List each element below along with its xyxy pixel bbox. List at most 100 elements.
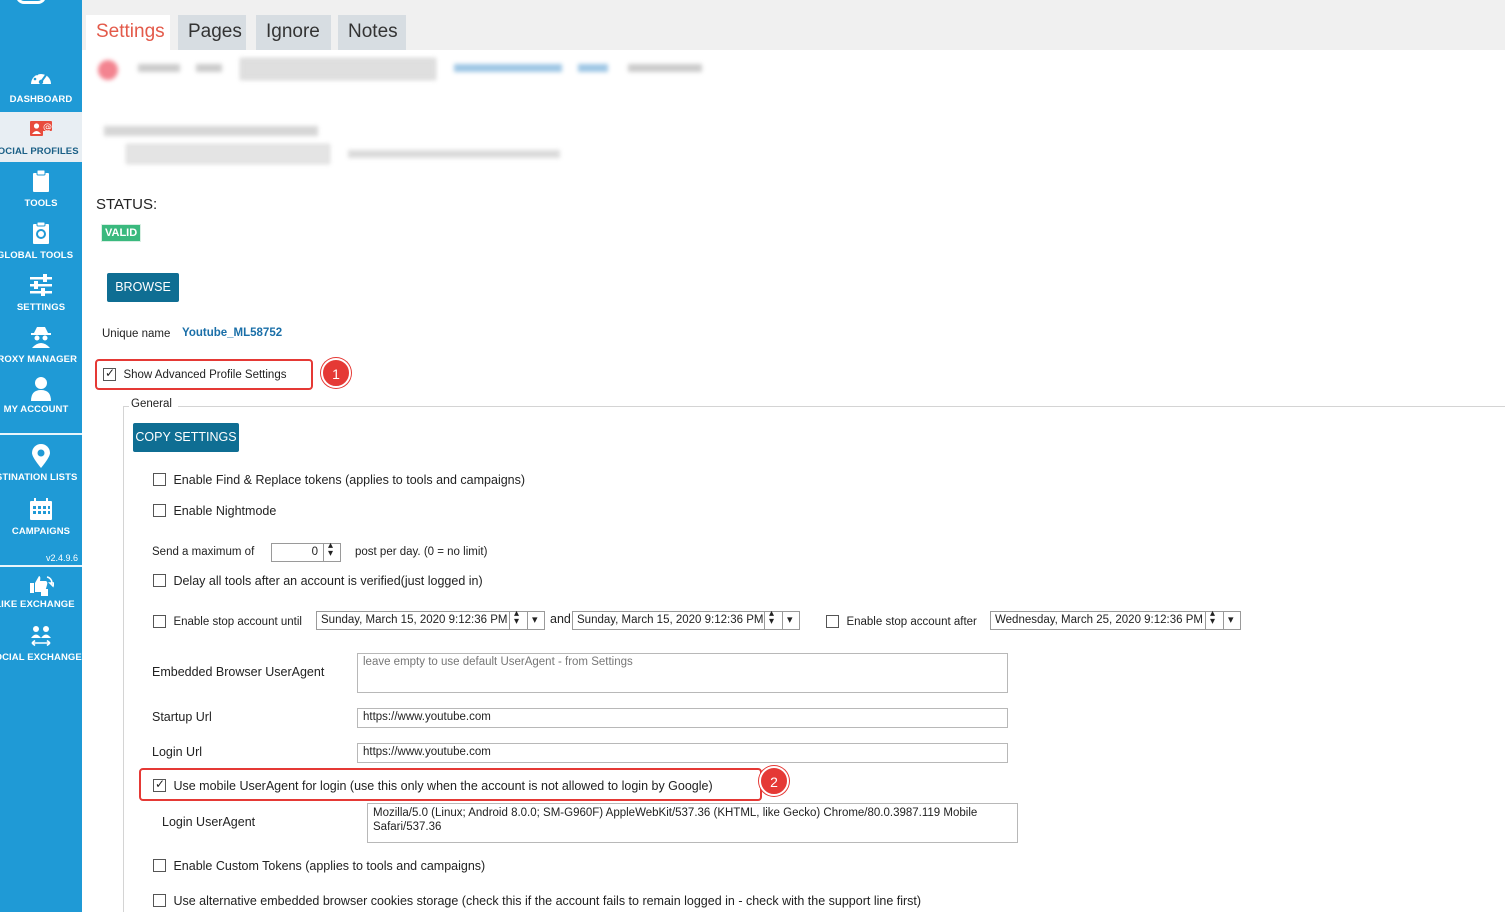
stop-until-from-value: Sunday, March 15, 2020 9:12:36 PM bbox=[321, 614, 508, 626]
calendar-dropdown-icon[interactable] bbox=[782, 612, 799, 629]
calendar-dropdown-icon[interactable] bbox=[1223, 612, 1240, 629]
show-advanced-label: Show Advanced Profile Settings bbox=[123, 368, 287, 381]
sidebar-item-tools[interactable]: TOOLS bbox=[0, 170, 82, 209]
copy-settings-button[interactable]: COPY SETTINGS bbox=[133, 423, 239, 452]
sidebar-item-label: GLOBAL TOOLS bbox=[0, 250, 74, 261]
like-exchange-icon bbox=[30, 576, 54, 596]
sidebar-item-label: DASHBOARD bbox=[9, 94, 73, 105]
nightmode-checkbox[interactable] bbox=[153, 504, 166, 518]
sidebar-item-label: SOCIAL EXCHANGE bbox=[0, 652, 82, 663]
sidebar-item-social-profiles[interactable]: @ SOCIAL PROFILES bbox=[0, 112, 82, 162]
redacted-avatar bbox=[98, 60, 118, 80]
date-stepper-icon[interactable] bbox=[509, 608, 526, 629]
stop-after-label: Enable stop account after bbox=[846, 615, 977, 628]
alt-cookies-checkbox[interactable] bbox=[153, 894, 166, 908]
sidebar-item-label: MY ACCOUNT bbox=[3, 404, 69, 415]
find-replace-checkbox[interactable] bbox=[153, 473, 166, 487]
sliders-icon bbox=[30, 274, 52, 296]
stop-until-to-picker[interactable]: Sunday, March 15, 2020 9:12:36 PM bbox=[572, 608, 800, 630]
redacted-text bbox=[196, 64, 222, 72]
tab-settings[interactable]: Settings bbox=[86, 15, 170, 50]
mobile-ua-checkbox[interactable] bbox=[153, 777, 166, 793]
embedded-ua-label: Embedded Browser UserAgent bbox=[152, 665, 325, 679]
user-icon bbox=[31, 377, 51, 401]
sidebar-item-like-exchange[interactable]: LIKE EXCHANGE bbox=[0, 573, 82, 610]
stepper-arrows-icon[interactable] bbox=[323, 540, 340, 561]
stop-until-row[interactable]: Enable stop account until bbox=[153, 613, 302, 631]
delay-tools-checkbox[interactable] bbox=[153, 574, 166, 588]
send-max-prefix: Send a maximum of bbox=[152, 546, 255, 558]
sidebar-item-label: SETTINGS bbox=[16, 302, 66, 313]
startup-url-label: Startup Url bbox=[152, 710, 212, 724]
dashboard-icon bbox=[31, 70, 51, 85]
login-ua-input[interactable]: Mozilla/5.0 (Linux; Android 8.0.0; SM-G9… bbox=[367, 803, 1018, 843]
sidebar-item-social-exchange[interactable]: SOCIAL EXCHANGE bbox=[0, 625, 82, 663]
custom-tokens-row[interactable]: Enable Custom Tokens (applies to tools a… bbox=[153, 857, 485, 875]
sidebar-divider bbox=[0, 565, 82, 567]
custom-tokens-checkbox[interactable] bbox=[153, 859, 166, 873]
stop-until-label: Enable stop account until bbox=[173, 615, 302, 628]
sidebar-item-global-tools[interactable]: GLOBAL TOOLS bbox=[0, 222, 82, 261]
mobile-ua-row[interactable]: Use mobile UserAgent for login (use this… bbox=[153, 777, 713, 795]
app-logo bbox=[16, 0, 46, 4]
sidebar-item-dashboard[interactable]: DASHBOARD bbox=[0, 66, 82, 105]
login-ua-label: Login UserAgent bbox=[162, 815, 256, 829]
find-replace-label: Enable Find & Replace tokens (applies to… bbox=[173, 472, 526, 487]
send-max-stepper[interactable]: 0 bbox=[271, 540, 341, 562]
tab-bar: Settings Pages Ignore Notes bbox=[82, 0, 1505, 50]
tab-pages[interactable]: Pages bbox=[178, 15, 246, 50]
unique-name-value: Youtube_ML58752 bbox=[182, 327, 283, 339]
sidebar-item-label: DESTINATION LISTS bbox=[0, 472, 78, 483]
embedded-ua-input[interactable]: leave empty to use default UserAgent - f… bbox=[357, 653, 1008, 693]
general-legend: General bbox=[131, 398, 172, 410]
settings-panel: STATUS: VALID BROWSE Unique name Youtube… bbox=[82, 50, 1505, 912]
sidebar-item-label: LIKE EXCHANGE bbox=[0, 599, 75, 610]
sidebar-item-proxy-manager[interactable]: PROXY MANAGER bbox=[0, 326, 82, 365]
annotation-marker-2: 2 bbox=[759, 766, 789, 796]
sidebar-item-label: SOCIAL PROFILES bbox=[0, 146, 79, 157]
svg-text:@: @ bbox=[43, 123, 52, 133]
login-url-input[interactable]: https://www.youtube.com bbox=[357, 743, 1008, 763]
sidebar-item-my-account[interactable]: MY ACCOUNT bbox=[0, 376, 82, 415]
global-tools-icon bbox=[33, 222, 49, 244]
redacted-text bbox=[138, 64, 180, 72]
sidebar-item-campaigns[interactable]: CAMPAIGNS bbox=[0, 498, 82, 537]
redacted-link bbox=[578, 64, 608, 72]
unique-name-label: Unique name bbox=[102, 328, 171, 340]
fieldset-border bbox=[123, 406, 124, 912]
annotation-marker-1: 1 bbox=[321, 358, 351, 388]
stop-until-from-picker[interactable]: Sunday, March 15, 2020 9:12:36 PM bbox=[316, 608, 545, 630]
find-replace-row[interactable]: Enable Find & Replace tokens (applies to… bbox=[153, 471, 525, 489]
stop-until-to-value: Sunday, March 15, 2020 9:12:36 PM bbox=[577, 614, 764, 626]
browse-button[interactable]: BROWSE bbox=[107, 273, 179, 302]
version-label: v2.4.9.6 bbox=[45, 553, 78, 563]
redacted-text bbox=[628, 64, 702, 72]
tab-ignore[interactable]: Ignore bbox=[256, 15, 331, 50]
delay-tools-row[interactable]: Delay all tools after an account is veri… bbox=[153, 572, 483, 590]
calendar-dropdown-icon[interactable] bbox=[527, 612, 544, 629]
sidebar-item-label: TOOLS bbox=[24, 198, 58, 209]
send-max-suffix: post per day. (0 = no limit) bbox=[355, 546, 488, 558]
show-advanced-row[interactable]: Show Advanced Profile Settings bbox=[103, 366, 286, 384]
sidebar-item-destination-lists[interactable]: DESTINATION LISTS bbox=[0, 444, 82, 483]
show-advanced-checkbox[interactable] bbox=[103, 366, 116, 382]
date-stepper-icon[interactable] bbox=[764, 608, 781, 629]
stop-after-picker[interactable]: Wednesday, March 25, 2020 9:12:36 PM bbox=[990, 608, 1241, 630]
stop-after-checkbox[interactable] bbox=[826, 615, 839, 629]
redacted-link bbox=[454, 64, 562, 72]
alt-cookies-label: Use alternative embedded browser cookies… bbox=[173, 893, 922, 908]
nightmode-row[interactable]: Enable Nightmode bbox=[153, 502, 276, 520]
startup-url-input[interactable]: https://www.youtube.com bbox=[357, 708, 1008, 728]
delay-tools-label: Delay all tools after an account is veri… bbox=[173, 573, 483, 588]
fieldset-border bbox=[178, 406, 1505, 407]
alt-cookies-row[interactable]: Use alternative embedded browser cookies… bbox=[153, 892, 921, 910]
redacted-text bbox=[348, 150, 560, 158]
redacted-checkbox-row bbox=[104, 126, 318, 136]
tab-notes[interactable]: Notes bbox=[338, 15, 406, 50]
redacted-dropdown bbox=[240, 58, 436, 80]
stop-after-row[interactable]: Enable stop account after bbox=[826, 613, 977, 631]
date-stepper-icon[interactable] bbox=[1205, 608, 1222, 629]
sidebar-item-settings[interactable]: SETTINGS bbox=[0, 274, 82, 313]
social-profiles-icon: @ bbox=[30, 121, 52, 136]
stop-until-checkbox[interactable] bbox=[153, 615, 166, 629]
